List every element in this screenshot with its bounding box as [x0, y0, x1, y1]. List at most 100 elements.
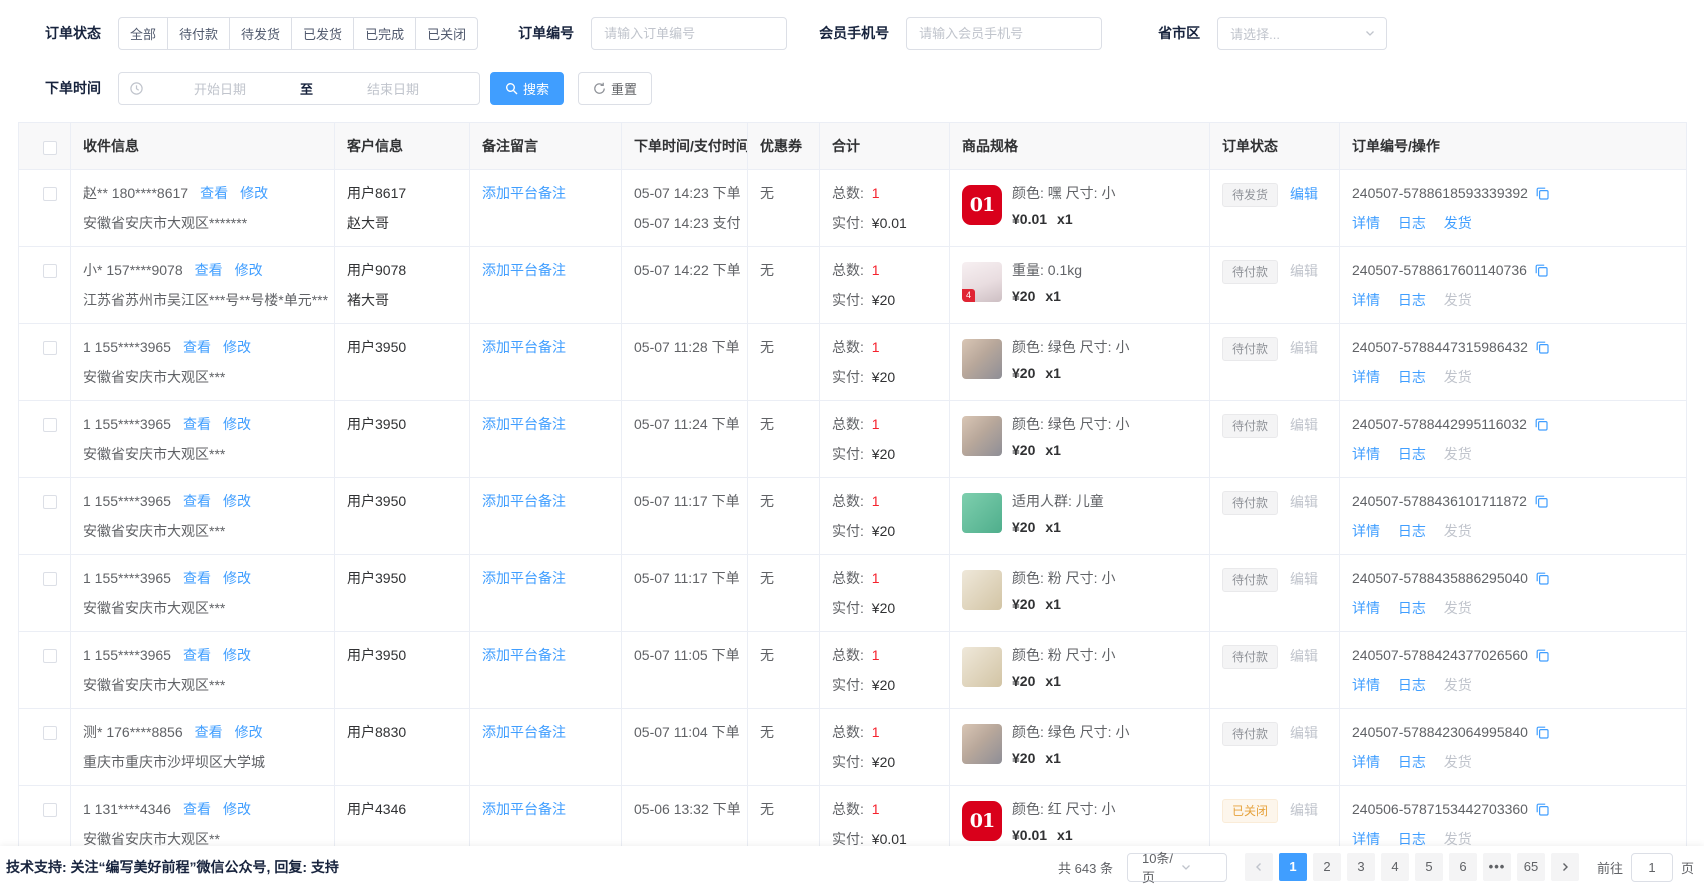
edit-order-link[interactable]: 编辑: [1290, 263, 1318, 279]
product-thumbnail[interactable]: [962, 724, 1002, 764]
ship-link[interactable]: 发货: [1444, 523, 1472, 539]
product-thumbnail[interactable]: [962, 493, 1002, 533]
log-link[interactable]: 日志: [1398, 292, 1426, 308]
view-link[interactable]: 查看: [183, 493, 211, 509]
detail-link[interactable]: 详情: [1352, 754, 1380, 770]
row-checkbox[interactable]: [43, 495, 57, 509]
product-thumbnail[interactable]: [962, 339, 1002, 379]
order-no-input[interactable]: [591, 17, 787, 50]
modify-link[interactable]: 修改: [223, 570, 251, 586]
status-filter-option-4[interactable]: 已完成: [353, 17, 416, 50]
detail-link[interactable]: 详情: [1352, 523, 1380, 539]
page-jump-input[interactable]: [1631, 853, 1673, 882]
page-button-65[interactable]: 65: [1517, 853, 1545, 881]
ship-link[interactable]: 发货: [1444, 292, 1472, 308]
view-link[interactable]: 查看: [183, 647, 211, 663]
add-note-link[interactable]: 添加平台备注: [482, 493, 566, 509]
status-filter-option-3[interactable]: 已发货: [291, 17, 354, 50]
modify-link[interactable]: 修改: [223, 493, 251, 509]
row-checkbox[interactable]: [43, 726, 57, 740]
detail-link[interactable]: 详情: [1352, 369, 1380, 385]
add-note-link[interactable]: 添加平台备注: [482, 262, 566, 278]
edit-order-link[interactable]: 编辑: [1290, 648, 1318, 664]
add-note-link[interactable]: 添加平台备注: [482, 570, 566, 586]
ship-link[interactable]: 发货: [1444, 369, 1472, 385]
view-link[interactable]: 查看: [183, 801, 211, 817]
edit-order-link[interactable]: 编辑: [1290, 494, 1318, 510]
status-filter-option-0[interactable]: 全部: [118, 17, 168, 50]
row-checkbox[interactable]: [43, 803, 57, 817]
edit-order-link[interactable]: 编辑: [1290, 417, 1318, 433]
ship-link[interactable]: 发货: [1444, 831, 1472, 846]
view-link[interactable]: 查看: [183, 339, 211, 355]
log-link[interactable]: 日志: [1398, 523, 1426, 539]
detail-link[interactable]: 详情: [1352, 677, 1380, 693]
search-button[interactable]: 搜索: [490, 72, 564, 105]
page-ellipsis[interactable]: •••: [1483, 853, 1511, 881]
add-note-link[interactable]: 添加平台备注: [482, 416, 566, 432]
copy-icon[interactable]: [1535, 186, 1550, 201]
copy-icon[interactable]: [1535, 571, 1550, 586]
copy-icon[interactable]: [1535, 802, 1550, 817]
copy-icon[interactable]: [1534, 263, 1549, 278]
edit-order-link[interactable]: 编辑: [1290, 340, 1318, 356]
page-button-6[interactable]: 6: [1449, 853, 1477, 881]
row-checkbox[interactable]: [43, 649, 57, 663]
ship-link[interactable]: 发货: [1444, 677, 1472, 693]
view-link[interactable]: 查看: [195, 724, 223, 740]
product-thumbnail[interactable]: [962, 570, 1002, 610]
prev-page-button[interactable]: [1245, 853, 1273, 881]
row-checkbox[interactable]: [43, 341, 57, 355]
ship-link[interactable]: 发货: [1444, 754, 1472, 770]
row-checkbox[interactable]: [43, 418, 57, 432]
page-button-4[interactable]: 4: [1381, 853, 1409, 881]
modify-link[interactable]: 修改: [240, 185, 268, 201]
detail-link[interactable]: 详情: [1352, 831, 1380, 846]
product-thumbnail[interactable]: [962, 416, 1002, 456]
page-button-5[interactable]: 5: [1415, 853, 1443, 881]
copy-icon[interactable]: [1535, 648, 1550, 663]
detail-link[interactable]: 详情: [1352, 292, 1380, 308]
add-note-link[interactable]: 添加平台备注: [482, 801, 566, 817]
product-thumbnail[interactable]: 01: [962, 185, 1002, 225]
log-link[interactable]: 日志: [1398, 831, 1426, 846]
add-note-link[interactable]: 添加平台备注: [482, 724, 566, 740]
modify-link[interactable]: 修改: [223, 647, 251, 663]
reset-button[interactable]: 重置: [578, 72, 652, 105]
status-filter-option-5[interactable]: 已关闭: [415, 17, 478, 50]
page-button-1[interactable]: 1: [1279, 853, 1307, 881]
log-link[interactable]: 日志: [1398, 600, 1426, 616]
row-checkbox[interactable]: [43, 264, 57, 278]
view-link[interactable]: 查看: [183, 416, 211, 432]
edit-order-link[interactable]: 编辑: [1290, 186, 1318, 202]
view-link[interactable]: 查看: [183, 570, 211, 586]
view-link[interactable]: 查看: [200, 185, 228, 201]
log-link[interactable]: 日志: [1398, 215, 1426, 231]
view-link[interactable]: 查看: [195, 262, 223, 278]
modify-link[interactable]: 修改: [235, 262, 263, 278]
order-time-range-picker[interactable]: 开始日期 至 结束日期: [118, 72, 480, 105]
detail-link[interactable]: 详情: [1352, 215, 1380, 231]
status-filter-option-2[interactable]: 待发货: [229, 17, 292, 50]
edit-order-link[interactable]: 编辑: [1290, 802, 1318, 818]
row-checkbox[interactable]: [43, 187, 57, 201]
copy-icon[interactable]: [1535, 725, 1550, 740]
modify-link[interactable]: 修改: [235, 724, 263, 740]
product-thumbnail[interactable]: 01: [962, 801, 1002, 841]
page-size-select[interactable]: 10条/页: [1127, 853, 1227, 882]
page-button-2[interactable]: 2: [1313, 853, 1341, 881]
start-date-placeholder[interactable]: 开始日期: [144, 79, 296, 98]
edit-order-link[interactable]: 编辑: [1290, 725, 1318, 741]
next-page-button[interactable]: [1551, 853, 1579, 881]
status-filter-option-1[interactable]: 待付款: [167, 17, 230, 50]
detail-link[interactable]: 详情: [1352, 600, 1380, 616]
log-link[interactable]: 日志: [1398, 369, 1426, 385]
modify-link[interactable]: 修改: [223, 416, 251, 432]
detail-link[interactable]: 详情: [1352, 446, 1380, 462]
copy-icon[interactable]: [1534, 417, 1549, 432]
log-link[interactable]: 日志: [1398, 754, 1426, 770]
add-note-link[interactable]: 添加平台备注: [482, 185, 566, 201]
log-link[interactable]: 日志: [1398, 446, 1426, 462]
row-checkbox[interactable]: [43, 572, 57, 586]
modify-link[interactable]: 修改: [223, 339, 251, 355]
